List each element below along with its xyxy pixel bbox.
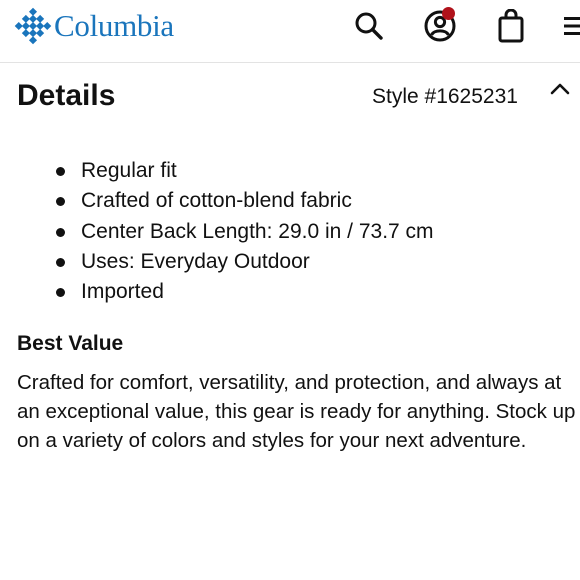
- menu-icon: [564, 17, 580, 35]
- feature-list: Regular fit Crafted of cotton-blend fabr…: [0, 156, 434, 307]
- notification-badge: [442, 7, 455, 20]
- account-button[interactable]: [422, 6, 458, 46]
- menu-button[interactable]: [560, 6, 580, 46]
- list-item: Imported: [0, 277, 434, 307]
- columbia-diamond-icon: [14, 7, 52, 45]
- product-details-page: Columbia Details Style #1625231 Regular …: [0, 0, 580, 580]
- list-item: Crafted of cotton-blend fabric: [0, 186, 434, 216]
- best-value-description: Crafted for comfort, versatility, and pr…: [17, 371, 576, 452]
- brand-logo[interactable]: Columbia: [14, 6, 174, 46]
- shopping-bag-button[interactable]: [493, 6, 529, 46]
- brand-name: Columbia: [54, 8, 174, 43]
- site-header: Columbia: [0, 0, 580, 63]
- collapse-details-button[interactable]: [548, 78, 572, 102]
- list-item: Center Back Length: 29.0 in / 73.7 cm: [0, 217, 434, 247]
- search-icon: [355, 12, 383, 40]
- shopping-bag-icon: [498, 9, 524, 43]
- details-title: Details: [17, 79, 116, 112]
- list-item: Regular fit: [0, 156, 434, 186]
- style-number: Style #1625231: [372, 85, 518, 108]
- list-item: Uses: Everyday Outdoor: [0, 247, 434, 277]
- chevron-up-icon: [550, 83, 570, 95]
- search-button[interactable]: [351, 6, 387, 46]
- best-value-heading: Best Value: [17, 332, 124, 355]
